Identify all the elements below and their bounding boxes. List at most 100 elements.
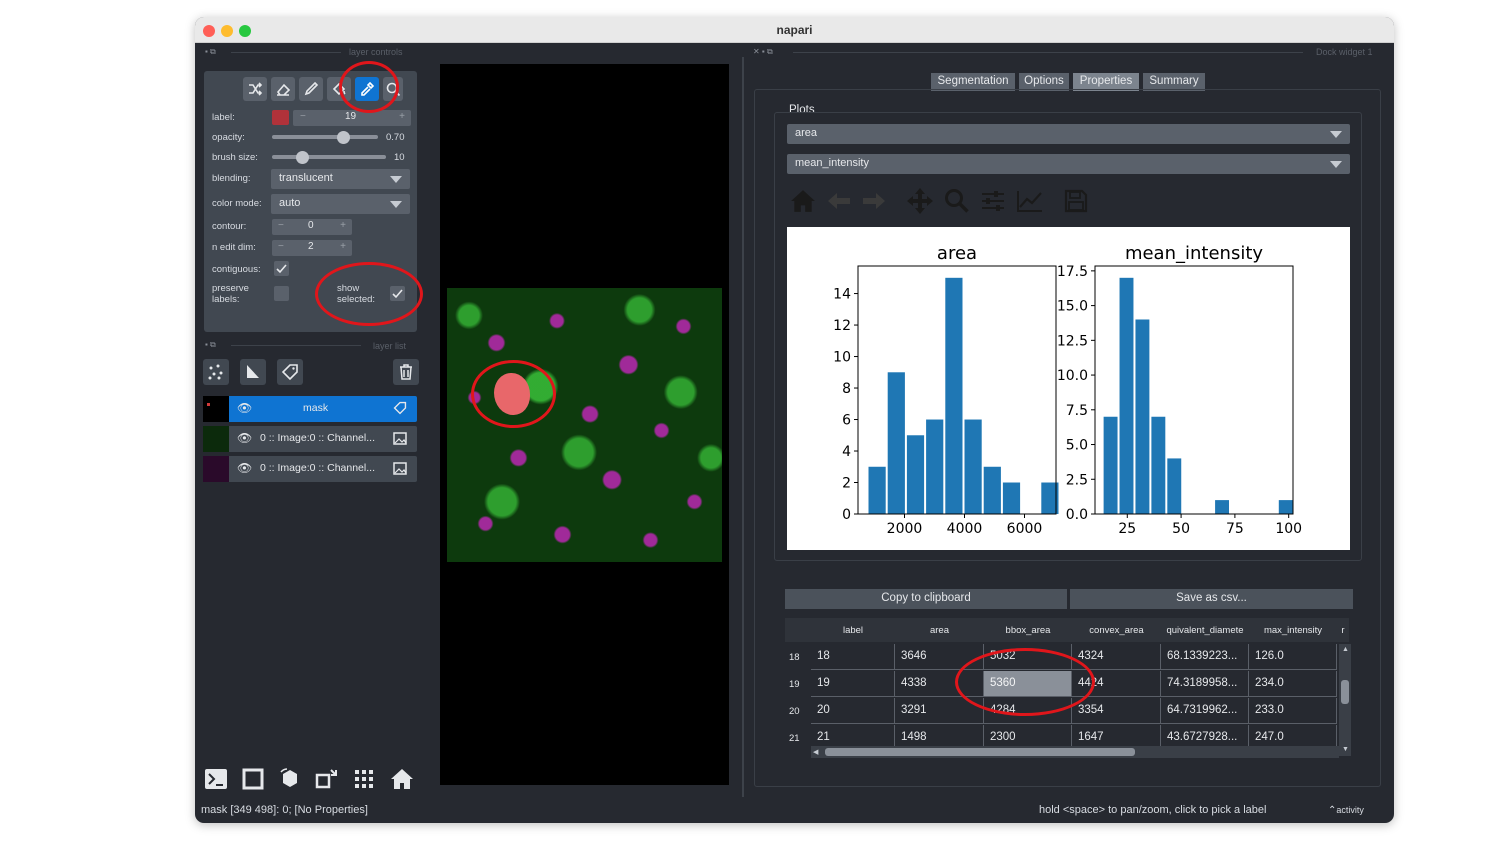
scroll-down-icon[interactable]: ▼ (1342, 746, 1349, 753)
opacity-slider-handle[interactable] (337, 131, 350, 144)
zoom-icon[interactable] (383, 77, 403, 101)
copy-to-clipboard-button[interactable]: Copy to clipboard (785, 589, 1067, 609)
column-header[interactable]: quivalent_diamete (1161, 618, 1249, 642)
horizontal-scrollbar[interactable]: ◀ (811, 746, 1339, 758)
column-header[interactable]: label (811, 618, 895, 642)
vertical-scroll-handle[interactable] (1341, 680, 1349, 704)
dock-splitter[interactable] (742, 57, 744, 797)
layer-item-image-channel-2[interactable]: 👁 0 :: Image:0 :: Channel... (203, 456, 417, 482)
shuffle-icon[interactable] (243, 77, 267, 101)
save-as-csv-button[interactable]: Save as csv... (1070, 589, 1353, 609)
activity-button[interactable]: ⌃activity (1328, 805, 1364, 816)
column-header[interactable]: area (895, 618, 984, 642)
new-shapes-layer-button[interactable] (240, 359, 266, 385)
table-cell[interactable]: 68.1339223... (1161, 644, 1249, 670)
grid-icon[interactable] (351, 766, 377, 792)
layer-item-image-channel-1[interactable]: 👁 0 :: Image:0 :: Channel... (203, 426, 417, 452)
column-header[interactable]: max_intensity (1249, 618, 1337, 642)
opacity-slider[interactable] (272, 135, 378, 139)
table-cell[interactable]: 4338 (895, 671, 984, 697)
table-cell[interactable]: 4324 (1072, 644, 1161, 670)
home-icon[interactable] (389, 766, 415, 792)
configure-subplots-icon[interactable] (979, 187, 1007, 215)
table-cell-selected[interactable]: 5360 (984, 671, 1072, 697)
table-cell[interactable]: 64.7319962... (1161, 698, 1249, 724)
status-help: hold <space> to pan/zoom, click to pick … (1039, 804, 1267, 816)
layer-name: mask (303, 402, 329, 414)
label-spinbox[interactable]: − 19 + (293, 110, 411, 126)
back-arrow-icon[interactable] (825, 187, 853, 215)
properties-table[interactable]: label area bbox_area convex_area quivale… (785, 618, 1353, 758)
scroll-left-icon[interactable]: ◀ (813, 748, 818, 756)
layer-item-mask[interactable]: 👁 mask (203, 396, 417, 422)
table-cell[interactable]: 4284 (984, 698, 1072, 724)
table-cell[interactable]: 3354 (1072, 698, 1161, 724)
delete-layer-button[interactable] (393, 359, 419, 385)
column-header[interactable]: r (1337, 618, 1349, 642)
new-labels-layer-button[interactable] (277, 359, 303, 385)
column-header[interactable]: bbox_area (984, 618, 1072, 642)
scroll-up-icon[interactable]: ▲ (1342, 646, 1349, 653)
brush-size-slider-handle[interactable] (296, 151, 309, 164)
trash-icon (400, 364, 412, 380)
table-cell[interactable]: 126.0 (1249, 644, 1337, 670)
panel-float-icon[interactable]: ▪ ⧉ (205, 47, 216, 57)
save-figure-icon[interactable] (1062, 187, 1090, 215)
dock-header-icons[interactable]: ✕ ▪ ⧉ (753, 47, 773, 57)
zoom-rect-icon[interactable] (943, 187, 971, 215)
horizontal-scroll-handle[interactable] (825, 748, 1135, 756)
table-cell[interactable]: 20 (811, 698, 895, 724)
show-selected-checkbox[interactable] (390, 286, 405, 301)
microscopy-image[interactable] (447, 288, 722, 562)
row-header[interactable]: 20 (785, 706, 811, 717)
plot-x-select[interactable]: area (787, 124, 1350, 144)
color-picker-icon[interactable] (355, 77, 379, 101)
fill-bucket-icon[interactable] (327, 77, 351, 101)
table-cell[interactable]: 18 (811, 644, 895, 670)
brush-size-slider[interactable] (272, 155, 386, 159)
color-mode-select[interactable]: auto (271, 194, 410, 214)
edit-axis-icon[interactable] (1016, 187, 1044, 215)
plot-y-select[interactable]: mean_intensity (787, 154, 1350, 174)
roll-dimensions-icon[interactable] (277, 766, 303, 792)
y-tick-label: 5.0 (1066, 438, 1088, 454)
histogram-bar (1215, 500, 1230, 514)
table-cell[interactable]: 19 (811, 671, 895, 697)
contour-spinbox[interactable]: − 0 + (272, 219, 352, 235)
label-color-swatch[interactable] (272, 110, 289, 125)
row-header[interactable]: 19 (785, 679, 811, 690)
column-header[interactable]: convex_area (1072, 618, 1161, 642)
eye-icon[interactable]: 👁 (237, 401, 252, 415)
vertical-scrollbar[interactable]: ▲ ▼ (1339, 644, 1351, 756)
preserve-labels-checkbox[interactable] (274, 286, 289, 301)
pan-move-icon[interactable] (906, 187, 934, 215)
row-header[interactable]: 18 (785, 652, 811, 663)
contiguous-label: contiguous: (212, 264, 261, 275)
x-tick-label: 25 (1118, 521, 1136, 537)
layer-controls-title: layer controls (349, 47, 403, 57)
table-cell[interactable]: 74.3189958... (1161, 671, 1249, 697)
row-header[interactable]: 21 (785, 733, 811, 744)
table-cell[interactable]: 3646 (895, 644, 984, 670)
transpose-icon[interactable] (314, 766, 340, 792)
eye-icon[interactable]: 👁 (237, 461, 252, 475)
eraser-icon[interactable] (271, 77, 295, 101)
console-icon[interactable] (203, 766, 229, 792)
table-cell[interactable]: 234.0 (1249, 671, 1337, 697)
blending-select[interactable]: translucent (271, 169, 410, 189)
n-edit-dim-value: 2 (308, 241, 314, 252)
y-tick-label: 8 (842, 381, 851, 397)
home-icon[interactable] (789, 187, 817, 215)
n-edit-dim-spinbox[interactable]: − 2 + (272, 240, 352, 256)
contiguous-checkbox[interactable] (274, 261, 289, 276)
paint-brush-icon[interactable] (299, 77, 323, 101)
toggle-ndisplay-icon[interactable] (240, 766, 266, 792)
table-cell[interactable]: 4424 (1072, 671, 1161, 697)
table-cell[interactable]: 5032 (984, 644, 1072, 670)
forward-arrow-icon[interactable] (860, 187, 888, 215)
panel-float-icon[interactable]: ▪ ⧉ (205, 340, 216, 350)
table-cell[interactable]: 3291 (895, 698, 984, 724)
table-cell[interactable]: 233.0 (1249, 698, 1337, 724)
new-points-layer-button[interactable] (203, 359, 229, 385)
eye-icon[interactable]: 👁 (237, 431, 252, 445)
